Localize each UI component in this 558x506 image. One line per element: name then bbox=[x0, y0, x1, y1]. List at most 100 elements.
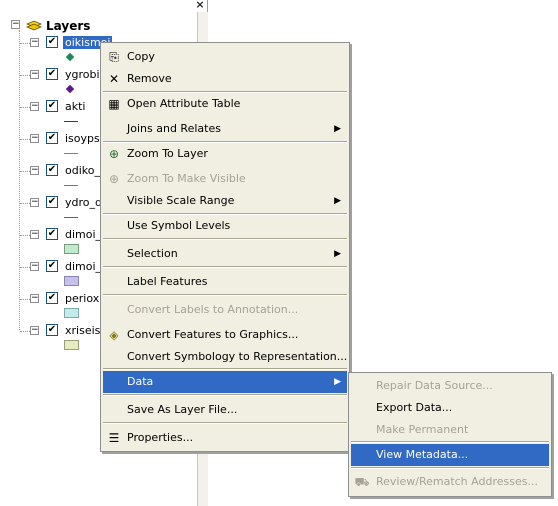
visibility-checkbox[interactable]: ✔ bbox=[46, 292, 58, 304]
visibility-checkbox[interactable]: ✔ bbox=[46, 164, 58, 176]
menu-item-label: View Metadata... bbox=[376, 448, 469, 461]
polygon-symbol bbox=[64, 340, 79, 350]
menu-item-remove[interactable]: ✕ Remove bbox=[103, 68, 347, 90]
collapse-icon[interactable]: − bbox=[30, 230, 39, 239]
menu-item-label: Make Permanent bbox=[376, 423, 469, 436]
line-symbol bbox=[64, 185, 78, 186]
menu-item-label: Save As Layer File... bbox=[127, 403, 238, 416]
menu-item-view-metadata[interactable]: View Metadata... bbox=[351, 444, 549, 466]
menu-item-label-features[interactable]: Label Features bbox=[103, 271, 347, 293]
menu-item-label: Convert Symbology to Representation... bbox=[127, 350, 348, 363]
menu-item-properties[interactable]: ☰ Properties... bbox=[103, 427, 347, 449]
menu-item-label: Use Symbol Levels bbox=[127, 219, 231, 232]
menu-item-selection[interactable]: Selection ▶ bbox=[103, 243, 347, 265]
layer-name[interactable]: perioxi bbox=[65, 292, 102, 305]
menu-item-use-symbol-levels[interactable]: Use Symbol Levels bbox=[103, 215, 347, 237]
submenu-arrow-icon: ▶ bbox=[334, 124, 341, 134]
menu-separator bbox=[103, 238, 347, 240]
menu-item-convert-symbology[interactable]: Convert Symbology to Representation... bbox=[103, 346, 347, 368]
menu-item-label: Properties... bbox=[127, 431, 194, 444]
menu-item-label: Zoom To Make Visible bbox=[127, 172, 246, 185]
polygon-symbol bbox=[64, 244, 79, 254]
menu-item-label: Visible Scale Range bbox=[127, 194, 235, 207]
menu-item-label: Remove bbox=[127, 72, 172, 85]
submenu-arrow-icon: ▶ bbox=[334, 196, 341, 206]
convert-graphics-icon: ◈ bbox=[109, 328, 119, 342]
visibility-checkbox[interactable]: ✔ bbox=[46, 228, 58, 240]
menu-item-label: Convert Labels to Annotation... bbox=[127, 303, 299, 316]
table-icon: ▦ bbox=[108, 97, 120, 111]
menu-separator bbox=[351, 441, 549, 443]
zoom-visible-icon: ⊕ bbox=[108, 172, 120, 186]
layers-icon bbox=[26, 20, 42, 31]
menu-item-data[interactable]: Data ▶ bbox=[103, 371, 347, 393]
line-symbol bbox=[64, 217, 78, 218]
point-symbol bbox=[65, 84, 75, 94]
menu-item-label: Repair Data Source... bbox=[376, 379, 493, 392]
menu-item-copy[interactable]: ⎘ Copy bbox=[103, 46, 347, 68]
menu-separator bbox=[103, 394, 347, 396]
line-symbol bbox=[64, 153, 78, 154]
menu-item-label: Review/Rematch Addresses... bbox=[376, 475, 538, 488]
menu-separator bbox=[103, 422, 347, 424]
menu-item-make-permanent[interactable]: Make Permanent bbox=[351, 419, 549, 441]
menu-item-open-attribute-table[interactable]: ▦ Open Attribute Table bbox=[103, 93, 347, 115]
menu-item-label: Open Attribute Table bbox=[127, 97, 241, 110]
properties-icon: ☰ bbox=[108, 431, 120, 445]
zoom-layer-icon: ⊕ bbox=[108, 147, 120, 161]
menu-separator bbox=[103, 368, 347, 370]
collapse-icon[interactable]: − bbox=[30, 198, 39, 207]
menu-item-label: Selection bbox=[127, 247, 178, 260]
collapse-icon[interactable]: − bbox=[30, 70, 39, 79]
menu-item-convert-features[interactable]: ◈ Convert Features to Graphics... bbox=[103, 324, 347, 346]
menu-item-repair-data-source[interactable]: Repair Data Source... bbox=[351, 375, 549, 397]
collapse-icon[interactable]: − bbox=[30, 326, 39, 335]
collapse-icon[interactable]: − bbox=[30, 166, 39, 175]
geocode-icon: ⛟ bbox=[354, 475, 370, 489]
menu-item-review-rematch-addresses[interactable]: ⛟ Review/Rematch Addresses... bbox=[351, 471, 549, 493]
point-symbol bbox=[65, 52, 75, 62]
menu-item-visible-scale-range[interactable]: Visible Scale Range ▶ bbox=[103, 190, 347, 212]
menu-separator bbox=[103, 294, 347, 296]
layer-context-menu: ⎘ Copy ✕ Remove ▦ Open Attribute Table J… bbox=[100, 42, 350, 452]
collapse-icon[interactable]: − bbox=[30, 294, 39, 303]
menu-item-label: Data bbox=[127, 375, 154, 388]
line-symbol bbox=[64, 121, 78, 122]
visibility-checkbox[interactable]: ✔ bbox=[46, 196, 58, 208]
polygon-symbol bbox=[64, 308, 79, 318]
menu-separator bbox=[351, 467, 549, 469]
visibility-checkbox[interactable]: ✔ bbox=[46, 100, 58, 112]
polygon-symbol bbox=[64, 276, 79, 286]
collapse-icon[interactable]: − bbox=[30, 262, 39, 271]
collapse-root-icon[interactable]: − bbox=[11, 20, 20, 29]
visibility-checkbox[interactable]: ✔ bbox=[46, 132, 58, 144]
menu-item-label: Label Features bbox=[127, 275, 208, 288]
copy-icon: ⎘ bbox=[109, 50, 119, 64]
collapse-icon[interactable]: − bbox=[30, 38, 39, 47]
data-submenu: Repair Data Source... Export Data... Mak… bbox=[348, 372, 552, 497]
visibility-checkbox[interactable]: ✔ bbox=[46, 68, 58, 80]
visibility-checkbox[interactable]: ✔ bbox=[46, 324, 58, 336]
layer-name[interactable]: akti bbox=[65, 100, 85, 113]
menu-item-export-data[interactable]: Export Data... bbox=[351, 397, 549, 419]
menu-item-label: Convert Features to Graphics... bbox=[127, 328, 299, 341]
submenu-arrow-icon: ▶ bbox=[334, 249, 341, 259]
menu-item-label: Joins and Relates bbox=[127, 122, 221, 135]
menu-item-label: Export Data... bbox=[376, 401, 453, 414]
menu-item-save-as-layer-file[interactable]: Save As Layer File... bbox=[103, 399, 347, 421]
collapse-icon[interactable]: − bbox=[30, 102, 39, 111]
menu-item-joins-and-relates[interactable]: Joins and Relates ▶ bbox=[103, 118, 347, 140]
menu-item-zoom-to-layer[interactable]: ⊕ Zoom To Layer bbox=[103, 143, 347, 165]
collapse-icon[interactable]: − bbox=[30, 134, 39, 143]
menu-item-label: Copy bbox=[127, 50, 155, 63]
visibility-checkbox[interactable]: ✔ bbox=[46, 36, 58, 48]
root-label: Layers bbox=[46, 19, 91, 33]
menu-item-label: Zoom To Layer bbox=[127, 147, 208, 160]
submenu-arrow-icon: ▶ bbox=[334, 377, 341, 387]
remove-icon: ✕ bbox=[108, 72, 120, 86]
menu-item-zoom-to-make-visible[interactable]: ⊕ Zoom To Make Visible bbox=[103, 168, 347, 190]
close-icon[interactable]: × bbox=[192, 0, 208, 11]
visibility-checkbox[interactable]: ✔ bbox=[46, 260, 58, 272]
menu-item-convert-labels[interactable]: Convert Labels to Annotation... bbox=[103, 299, 347, 321]
menu-separator bbox=[103, 266, 347, 268]
